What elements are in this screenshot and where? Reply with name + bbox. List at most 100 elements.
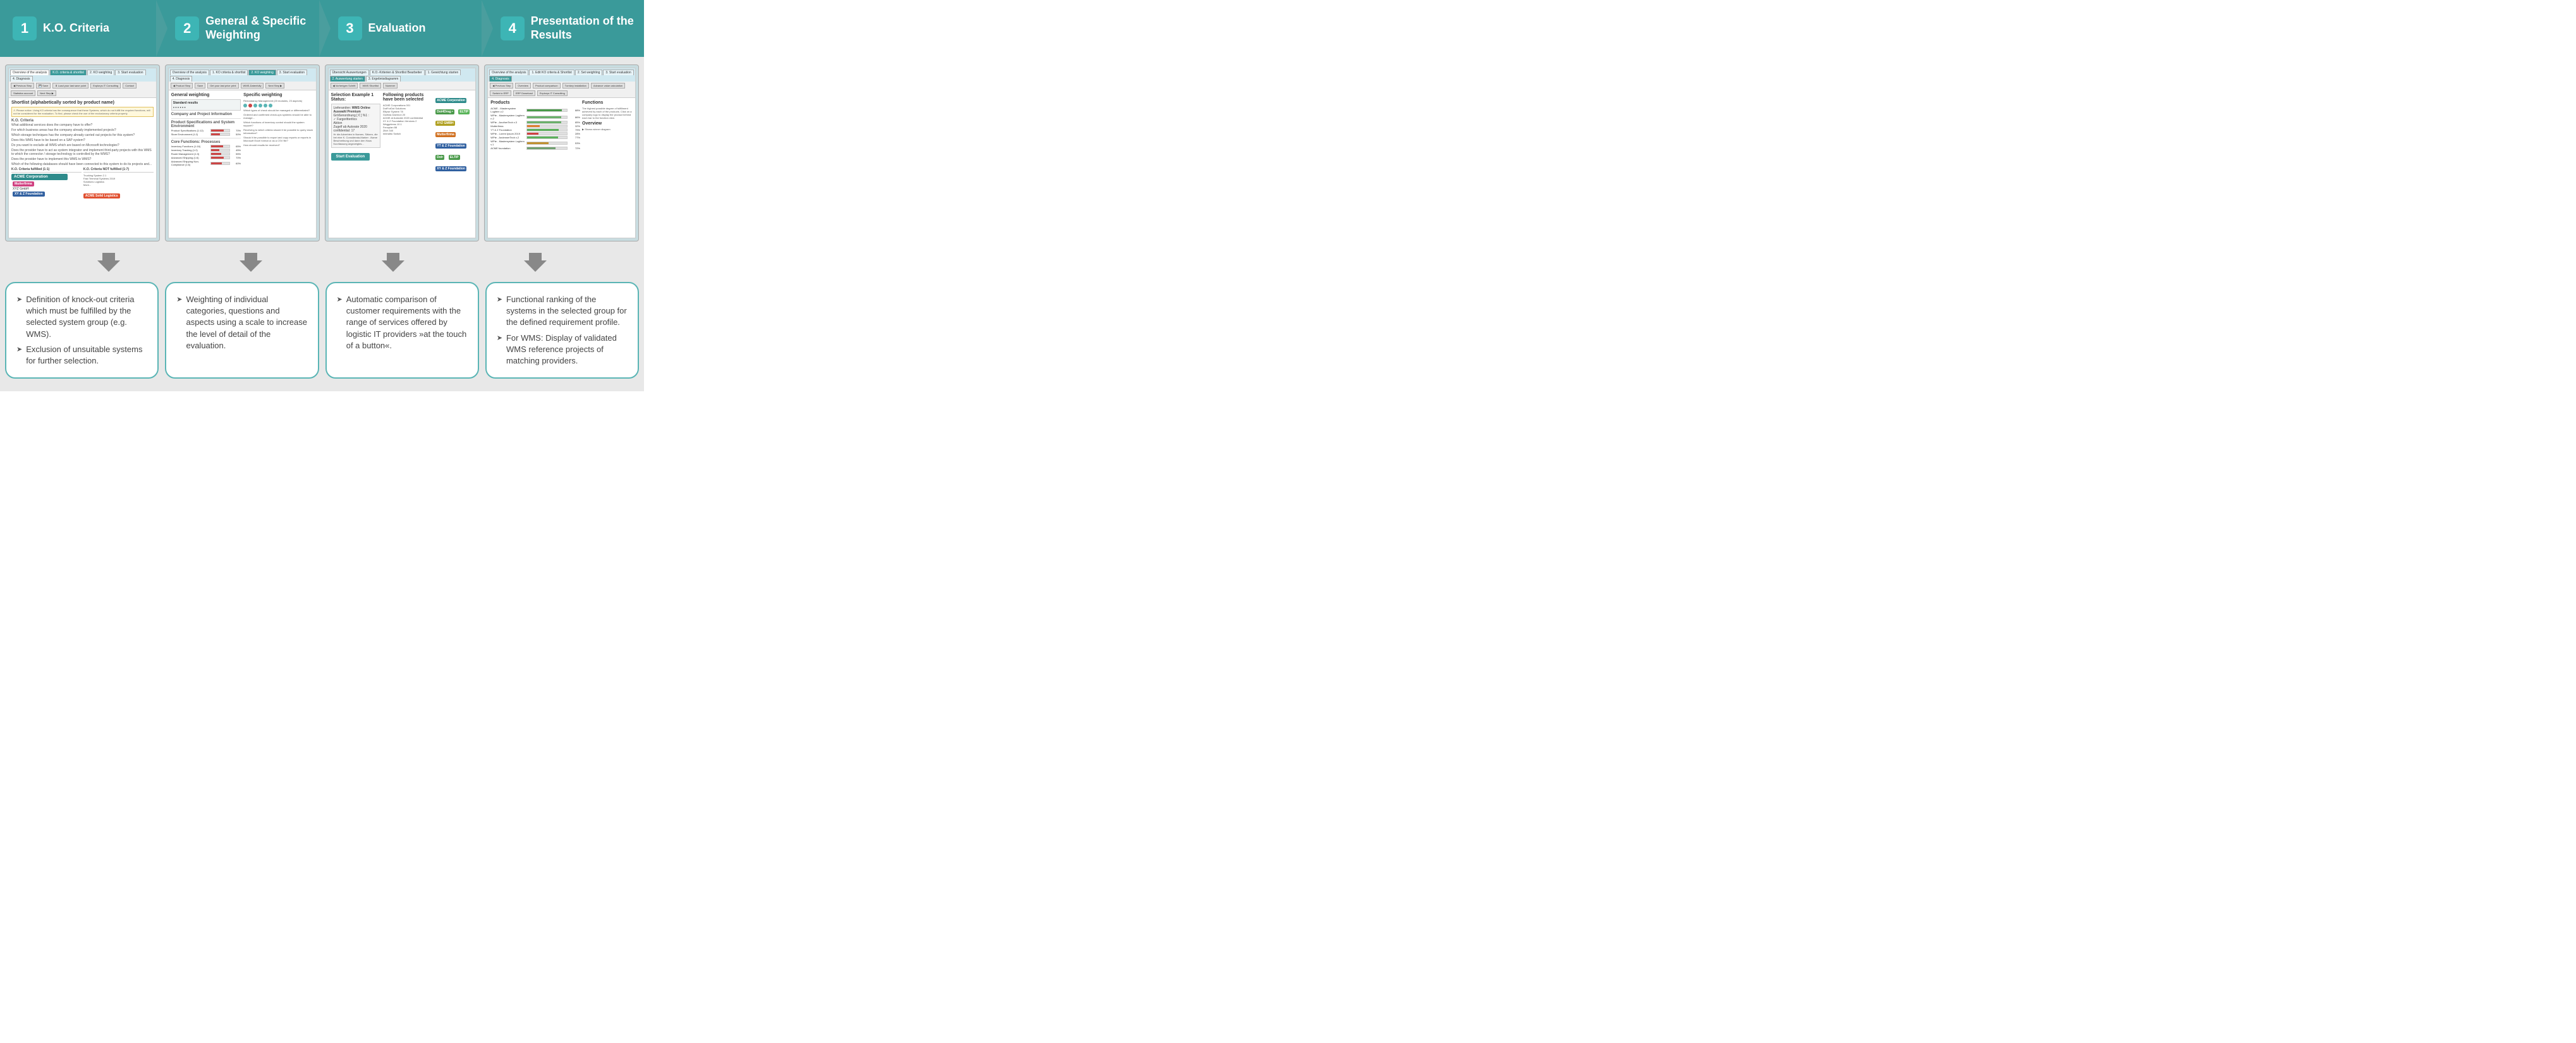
- tab-r-ko[interactable]: 1. Edit KO criteria & Shortlist: [529, 70, 574, 75]
- specific-weighting-col: Specific weighting Redundancy Management…: [243, 93, 313, 167]
- btn-e-nummer[interactable]: Nummer: [383, 83, 398, 88]
- tab-start-eval[interactable]: 3. Start evaluation: [115, 70, 145, 75]
- result-label-5: YT & Z Foundation: [490, 128, 525, 131]
- result-fill-5: [527, 129, 559, 131]
- btn-save[interactable]: 💾 Save: [36, 83, 51, 88]
- dot-4[interactable]: [264, 104, 267, 107]
- ko-question-8: Which of the following databases should …: [11, 162, 154, 166]
- btn-r-download[interactable]: ERP Download: [513, 90, 535, 96]
- tab-r-eval[interactable]: 3. Start evaluation: [603, 70, 633, 75]
- btn-next-step[interactable]: Next Step ▶: [37, 90, 56, 96]
- tab-w-ko[interactable]: 1. KO criteria & shortlist: [210, 70, 248, 75]
- logo-eltip1: ELTIP: [458, 109, 470, 114]
- step-4-title: Presentation of the Results: [531, 15, 638, 42]
- btn-statistics[interactable]: Statistics account: [11, 90, 35, 96]
- eval-toolbar: ◀ Vorherigen Schritt WMS Shortlist Numme…: [329, 82, 476, 90]
- ko-solid-logistics: ACME Solid Logistics: [83, 188, 154, 200]
- dot-5[interactable]: [269, 104, 272, 107]
- description-cards-row: Definition of knock-out criteria which m…: [0, 276, 644, 391]
- btn-r-explorys[interactable]: Explorys IT Consulting: [537, 90, 568, 96]
- bar-val-advanced: 70%: [231, 156, 241, 159]
- specific-question-6: How should results be received?: [243, 143, 313, 147]
- arrow-2-head: [240, 260, 262, 272]
- tab-r-weighting[interactable]: 2. Set weighting: [575, 70, 603, 75]
- btn-load[interactable]: ⬇ Load your last save point: [52, 83, 88, 88]
- btn-w-prev[interactable]: ◀ Product Step: [171, 83, 193, 88]
- btn-r-prev[interactable]: ◀ Previous Step: [490, 83, 513, 88]
- tab-overview[interactable]: Overview of the analysis: [10, 70, 49, 75]
- btn-prev-step[interactable]: ◀ Previous Step: [11, 83, 34, 88]
- tab-e-ergebnis[interactable]: 3. Ergebnisdiagramm: [366, 76, 401, 82]
- result-fill-6: [527, 133, 538, 135]
- tab-r-overview[interactable]: Overview of the analysis: [489, 70, 528, 75]
- step-1: 1 K.O. Criteria: [0, 0, 156, 57]
- btn-e-prev[interactable]: ◀ Vorherigen Schritt: [331, 83, 358, 88]
- result-label-9: ACME foundation: [490, 147, 525, 150]
- start-eval-button[interactable]: Start Evaluation: [331, 153, 370, 161]
- btn-r-overview[interactable]: Overview: [515, 83, 531, 88]
- ko-fulfilled-header: K.O. Criteria fulfilled (1:1): [11, 168, 82, 173]
- results-tabs: Overview of the analysis 1. Edit KO crit…: [488, 68, 635, 82]
- btn-explorys[interactable]: Explorys IT Consulting: [90, 83, 121, 88]
- tab-e-gewichtung[interactable]: 1. Gewichtung starten: [425, 70, 461, 75]
- desc-item-1-1: Definition of knock-out criteria which m…: [16, 292, 147, 342]
- dot-0[interactable]: [243, 104, 247, 107]
- step-2: 2 General & Specific Weighting: [156, 0, 319, 57]
- tab-w-overview[interactable]: Overview of the analysis: [170, 70, 209, 75]
- btn-w-price[interactable]: Get your last price print: [207, 83, 238, 88]
- tab-ko-weighting[interactable]: 2. KO weighting: [87, 70, 114, 75]
- product-specs-bars: Product Specifications (1:12) 70% Store …: [171, 129, 241, 136]
- btn-r-advance[interactable]: Advance value calculation: [591, 83, 625, 88]
- ko-criteria-section: K.O. Criteria: [11, 119, 154, 123]
- logo-eltip2: ELTIP: [449, 155, 460, 160]
- dot-3[interactable]: [258, 104, 262, 107]
- result-fill-4: [527, 125, 540, 127]
- bar-val-tracking: 45%: [231, 149, 241, 152]
- bar-bg-route: [210, 152, 230, 156]
- screenshot-evaluation-inner: Übersicht Auswertungen K.O.-Kriterien & …: [328, 68, 477, 238]
- bar-label-product-spec: Product Specifications (1:12): [171, 129, 209, 132]
- btn-w-weighting[interactable]: WMS-Datenfully: [241, 83, 264, 88]
- bar-label-store-env: Store Environment (1:2): [171, 133, 209, 136]
- tab-e-ko[interactable]: K.O.-Kriterien & Shortlist Bearbeiter: [370, 70, 425, 75]
- specific-question-5: Should it be possible to export and copy…: [243, 136, 313, 142]
- result-label-6: WPte - Lorem Ipsum 2019: [490, 132, 525, 135]
- bar-bg-inventory: [210, 145, 230, 148]
- eval-left: Selection Example 1 Status: Lieferant/en…: [331, 93, 380, 173]
- tab-diagnosis[interactable]: 4. Diagnosis: [10, 76, 33, 82]
- bar-label-route: Route Management (1:3): [171, 152, 209, 156]
- result-bar-2: WPte - Mastersystem Logitem n.2 86%: [490, 114, 580, 120]
- dot-1[interactable]: [248, 104, 252, 107]
- desc-card-2: Weighting of individual categories, ques…: [165, 282, 319, 379]
- desc-list-2: Weighting of individual categories, ques…: [176, 292, 307, 353]
- ko-not-fulfilled-col: K.O. Criteria NOT fulfilled (1:7) Trucki…: [83, 168, 154, 200]
- btn-r-turnkey[interactable]: Turnkey installation: [562, 83, 589, 88]
- btn-e-wms[interactable]: WMS Shortlist: [360, 83, 380, 88]
- tab-w-eval[interactable]: 3. Start evaluation: [277, 70, 307, 75]
- tab-w-weighting[interactable]: 2. KO weighting: [248, 70, 276, 75]
- result-bg-7: [526, 136, 568, 139]
- tab-e-auswertung[interactable]: 2. Auswertung starten: [330, 76, 365, 82]
- btn-w-next[interactable]: Next Step ▶: [265, 83, 284, 88]
- eval-tabs: Übersicht Auswertungen K.O.-Kriterien & …: [329, 68, 476, 82]
- result-bar-8: WPte - Mastersystem Logitem v.1 53%: [490, 140, 580, 146]
- logo-xyz-gmbh: XYZ GMBH: [435, 121, 454, 126]
- btn-r-comparison[interactable]: Product comparison: [533, 83, 561, 88]
- result-bar-1: ACME - Mastersystem Logitem v.2 88%: [490, 107, 580, 113]
- tab-ko-shortlist[interactable]: K.O. criteria & shortlist: [50, 70, 87, 75]
- result-fill-1: [527, 109, 562, 111]
- logo-dot4drag: Dot4Drag •: [435, 109, 454, 114]
- step-2-title: General & Specific Weighting: [205, 15, 312, 42]
- tab-w-diagnosis[interactable]: 4. Diagnosis: [170, 76, 193, 82]
- btn-w-save[interactable]: Save: [195, 83, 205, 88]
- tab-e-overview[interactable]: Übersicht Auswertungen: [330, 70, 369, 75]
- dot-2[interactable]: [253, 104, 257, 107]
- btn-r-erp[interactable]: Switch to ERP: [490, 90, 511, 96]
- overview-col-title: Overview: [582, 121, 633, 126]
- ko-question-6: Does the provider have to act as system …: [11, 149, 154, 156]
- tab-r-diagnosis[interactable]: 4. Diagnosis: [489, 76, 512, 82]
- btn-contact[interactable]: Contact: [123, 83, 137, 88]
- arrow-3-head: [382, 260, 404, 272]
- bar-product-spec: Product Specifications (1:12) 70%: [171, 129, 241, 132]
- result-pct-5: 79%: [569, 128, 580, 131]
